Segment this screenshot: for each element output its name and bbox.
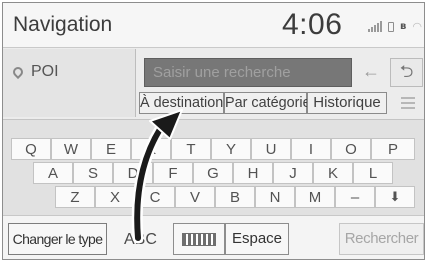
map-pin-icon bbox=[10, 64, 26, 80]
backspace-button[interactable]: ← bbox=[355, 58, 387, 87]
change-type-button[interactable]: Changer le type bbox=[8, 223, 107, 255]
return-icon: ⮌ bbox=[399, 62, 414, 82]
clock: 4:06 bbox=[282, 8, 343, 41]
wifi-icon: ◠ bbox=[412, 20, 422, 33]
status-icons: ʙ ◠ bbox=[368, 20, 422, 33]
key-o[interactable]: O bbox=[331, 138, 371, 160]
left-panel: POI bbox=[3, 49, 136, 117]
arrow-left-icon: ← bbox=[362, 61, 380, 81]
key-e[interactable]: E bbox=[91, 138, 131, 160]
key-w[interactable]: W bbox=[51, 138, 91, 160]
key-v[interactable]: V bbox=[175, 186, 215, 208]
key-u[interactable]: U bbox=[251, 138, 291, 160]
key-x[interactable]: X bbox=[95, 186, 135, 208]
keyboard-layout-button[interactable] bbox=[173, 223, 225, 255]
tab-historique[interactable]: Historique bbox=[307, 92, 387, 114]
navigation-screen: Navigation 4:06 ʙ ◠ POI Saisir une reche… bbox=[2, 2, 425, 260]
keyboard-icon bbox=[182, 232, 216, 246]
signal-bars-icon bbox=[368, 21, 382, 32]
key-l[interactable]: L bbox=[353, 162, 393, 184]
tab-destination[interactable]: À destination bbox=[139, 92, 224, 114]
list-button[interactable] bbox=[392, 92, 423, 114]
key-dash[interactable]: – bbox=[335, 186, 375, 208]
search-button[interactable]: Rechercher bbox=[339, 223, 424, 255]
key-j[interactable]: J bbox=[273, 162, 313, 184]
key-down-arrow[interactable]: ⬇ bbox=[375, 186, 415, 208]
key-s[interactable]: S bbox=[73, 162, 113, 184]
space-button[interactable]: Espace bbox=[225, 223, 289, 255]
list-icon bbox=[401, 97, 415, 99]
key-m[interactable]: M bbox=[295, 186, 335, 208]
key-k[interactable]: K bbox=[313, 162, 353, 184]
key-a[interactable]: A bbox=[33, 162, 73, 184]
poi-label: POI bbox=[31, 63, 59, 80]
key-q[interactable]: Q bbox=[11, 138, 51, 160]
key-g[interactable]: G bbox=[193, 162, 233, 184]
search-input[interactable]: Saisir une recherche bbox=[144, 58, 352, 87]
screen-title: Navigation bbox=[13, 13, 113, 36]
key-t[interactable]: T bbox=[171, 138, 211, 160]
key-p[interactable]: P bbox=[371, 138, 415, 160]
input-mode-label: ABC bbox=[124, 231, 157, 248]
key-b[interactable]: B bbox=[215, 186, 255, 208]
key-n[interactable]: N bbox=[255, 186, 295, 208]
keyboard: Q W E R T Y U I O P A S D F G H J K L Z … bbox=[3, 119, 424, 215]
bluetooth-icon: ʙ bbox=[400, 21, 407, 32]
key-y[interactable]: Y bbox=[211, 138, 251, 160]
key-i[interactable]: I bbox=[291, 138, 331, 160]
key-d[interactable]: D bbox=[113, 162, 153, 184]
phone-icon bbox=[388, 21, 394, 32]
key-r[interactable]: R bbox=[131, 138, 171, 160]
key-c[interactable]: C bbox=[135, 186, 175, 208]
bottom-bar: Changer le type ABC Espace Rechercher bbox=[3, 215, 424, 259]
header-bar: Navigation 4:06 ʙ ◠ bbox=[3, 3, 424, 48]
poi-button[interactable]: POI bbox=[10, 63, 59, 81]
return-button[interactable]: ⮌ bbox=[390, 58, 423, 87]
key-f[interactable]: F bbox=[153, 162, 193, 184]
key-z[interactable]: Z bbox=[55, 186, 95, 208]
tab-categorie[interactable]: Par catégorie bbox=[224, 92, 311, 114]
key-h[interactable]: H bbox=[233, 162, 273, 184]
